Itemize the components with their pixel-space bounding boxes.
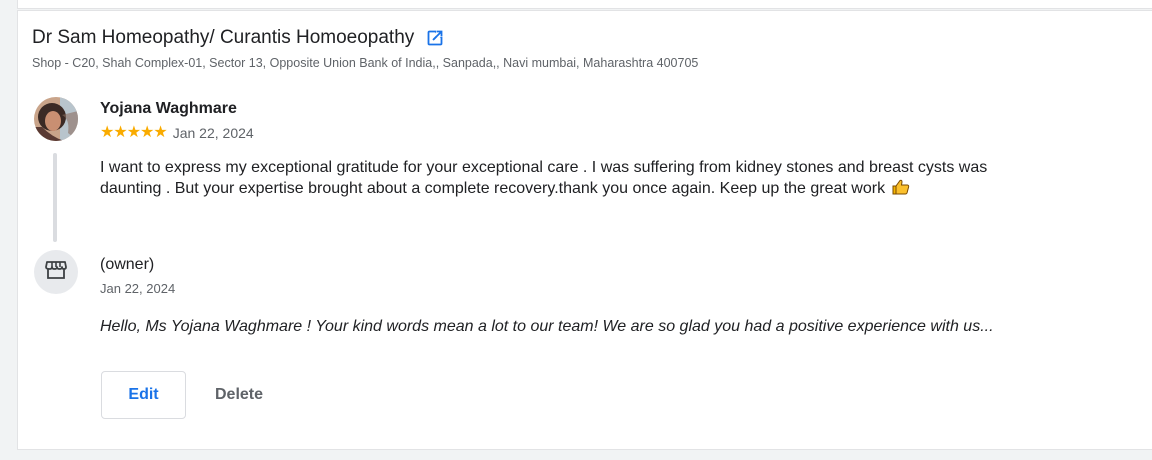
business-name[interactable]: Dr Sam Homeopathy/ Curantis Homoeopathy	[32, 26, 414, 50]
reviewer-avatar[interactable]	[34, 97, 78, 141]
owner-reply-date: Jan 22, 2024	[100, 281, 176, 296]
rating-row: ★★★★★ Jan 22, 2024	[100, 124, 254, 142]
reviewer-name[interactable]: Yojana Waghmare	[100, 100, 237, 118]
business-header: Dr Sam Homeopathy/ Curantis Homoeopathy	[32, 26, 444, 50]
owner-reply-text: Hello, Ms Yojana Waghmare ! Your kind wo…	[100, 318, 994, 335]
review-date: Jan 22, 2024	[172, 125, 254, 141]
review-body: I want to express my exceptional gratitu…	[100, 159, 988, 197]
business-address: Shop - C20, Shah Complex-01, Sector 13, …	[32, 56, 699, 70]
delete-button[interactable]: Delete	[196, 371, 282, 419]
owner-label: (owner)	[100, 256, 155, 273]
previous-card-edge	[17, 0, 1152, 9]
review-text: I want to express my exceptional gratitu…	[100, 157, 1050, 199]
star-rating: ★★★★★	[100, 124, 168, 141]
open-in-new-icon[interactable]	[426, 29, 444, 47]
storefront-icon	[45, 260, 67, 285]
thread-line	[53, 153, 57, 242]
owner-avatar	[34, 250, 78, 294]
thumbs-up-icon	[892, 179, 910, 195]
review-card	[17, 10, 1152, 450]
edit-button[interactable]: Edit	[101, 371, 186, 419]
